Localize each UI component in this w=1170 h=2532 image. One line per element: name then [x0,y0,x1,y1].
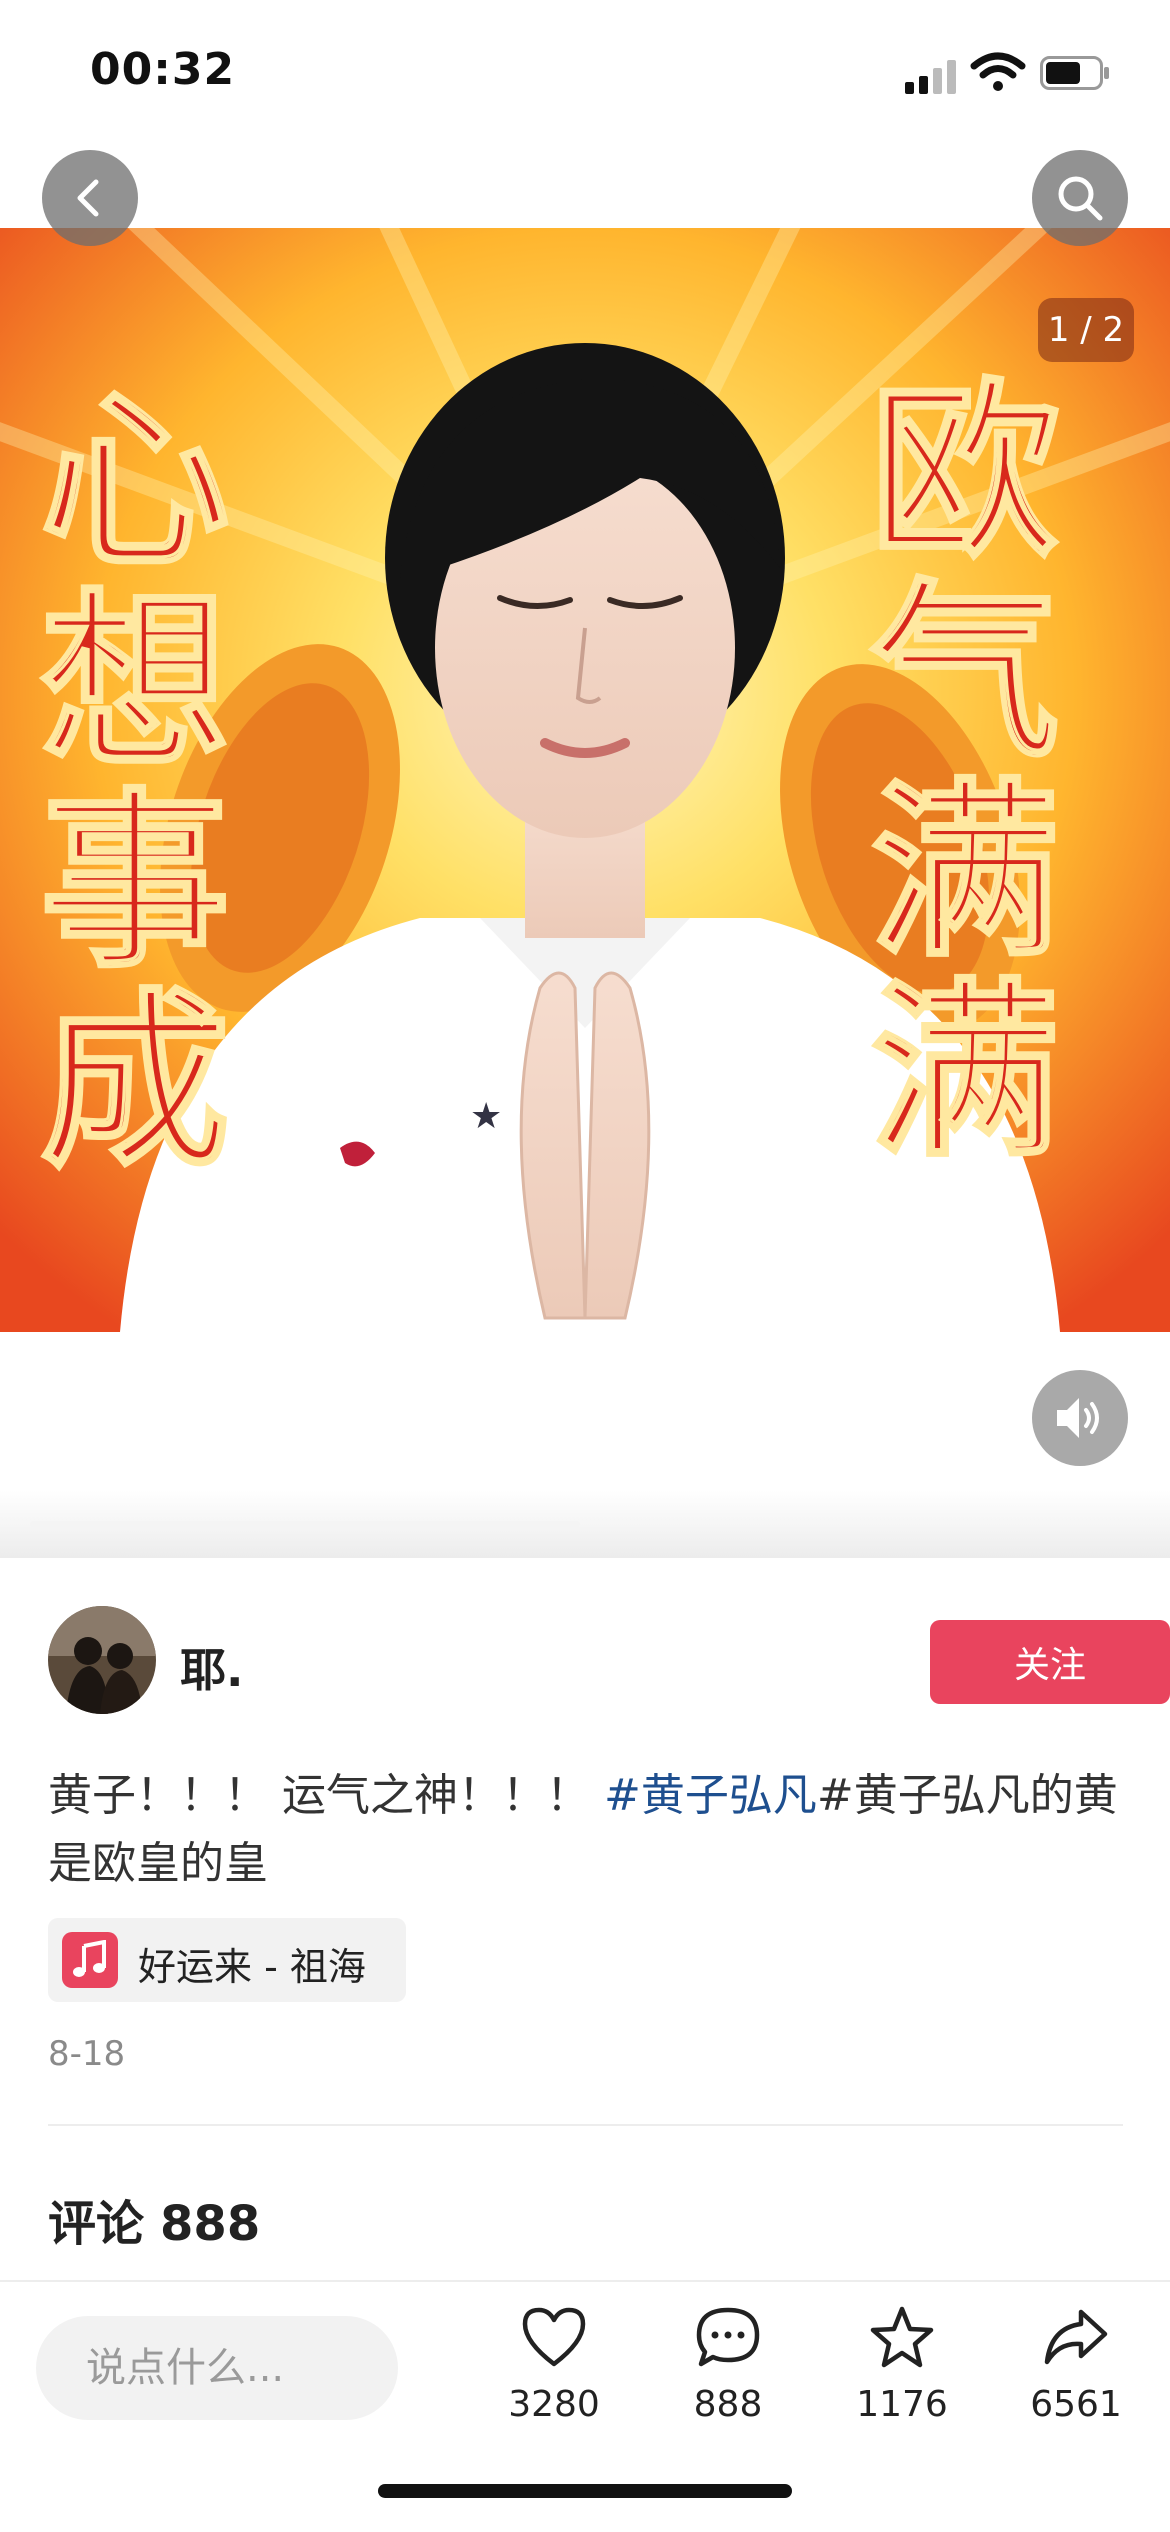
post-date: 8-18 [48,2034,126,2074]
comments-label: 评论 [48,2196,145,2252]
heart-icon [522,2307,586,2367]
comment-button[interactable]: 888 [658,2304,798,2454]
follow-button[interactable]: 关注 [930,1620,1170,1704]
favorite-count: 1176 [856,2384,948,2425]
comment-input[interactable]: 说点什么... [36,2316,398,2420]
avatar[interactable] [48,1606,156,1714]
image-page-indicator: 1 / 2 [1038,298,1134,362]
wifi-icon [970,52,1026,91]
overlay-char-left-3: 事 [40,772,230,993]
music-tag[interactable]: 好运来 - 祖海 [48,1918,406,2002]
comments-count: 888 [160,2196,261,2252]
sound-button[interactable] [1032,1370,1128,1466]
avatar-image [48,1606,156,1714]
status-time: 00:32 [90,44,236,95]
svg-text:★: ★ [470,1096,502,1137]
overlay-char-right-3: 满 [870,762,1060,983]
cellular-signal-icon [905,60,956,94]
speaker-icon [1057,1398,1099,1438]
post-image[interactable]: ★ 心 想 事 成 欧 气 满 满 [0,228,1170,1332]
like-button[interactable]: 3280 [484,2304,624,2454]
battery-icon [1040,56,1109,90]
overlay-char-left-4: 成 [40,972,230,1193]
overlay-char-right-4: 满 [870,962,1060,1183]
chevron-left-icon [77,179,99,217]
share-arrow-icon [1044,2309,1108,2365]
favorite-button[interactable]: 1176 [832,2304,972,2454]
comment-count: 888 [693,2384,763,2425]
overlay-char-left-1: 心 [40,372,230,593]
hashtag-link[interactable]: #黄子弘凡 [604,1770,817,1821]
home-indicator[interactable] [378,2484,792,2498]
music-note-icon [62,1932,118,1988]
back-button[interactable] [42,150,138,246]
share-count: 6561 [1030,2384,1122,2425]
image-progress-bar [30,1521,580,1527]
post-caption: 黄子！！！ 运气之神！！！ #黄子弘凡#黄子弘凡的黄是欧皇的皇 [48,1762,1128,1898]
caption-text: 黄子！！！ 运气之神！！！ [48,1770,604,1821]
search-icon [1058,176,1103,221]
comment-bubble-icon [696,2307,760,2367]
comments-header: 评论 888 [48,2184,260,2254]
overlay-char-left-2: 想 [40,572,230,793]
music-label: 好运来 - 祖海 [138,1945,366,1989]
author-row: 耶. 关注 [48,1606,1170,1716]
star-icon [870,2306,934,2368]
author-name[interactable]: 耶. [180,1634,243,1700]
share-button[interactable]: 6561 [1006,2304,1146,2454]
meme-artwork: ★ 心 想 事 成 欧 气 满 满 [0,228,1170,1332]
divider [48,2124,1123,2126]
post-page: 00:32 ★ 心 想 事 成 欧 气 满 满 1 / 2 耶. 关注 黄子！！… [0,0,1170,2532]
status-bar: 00:32 [0,0,1170,140]
overlay-char-right-1: 欧 [870,362,1060,583]
like-count: 3280 [508,2384,600,2425]
overlay-char-right-2: 气 [870,562,1060,783]
search-button[interactable] [1032,150,1128,246]
